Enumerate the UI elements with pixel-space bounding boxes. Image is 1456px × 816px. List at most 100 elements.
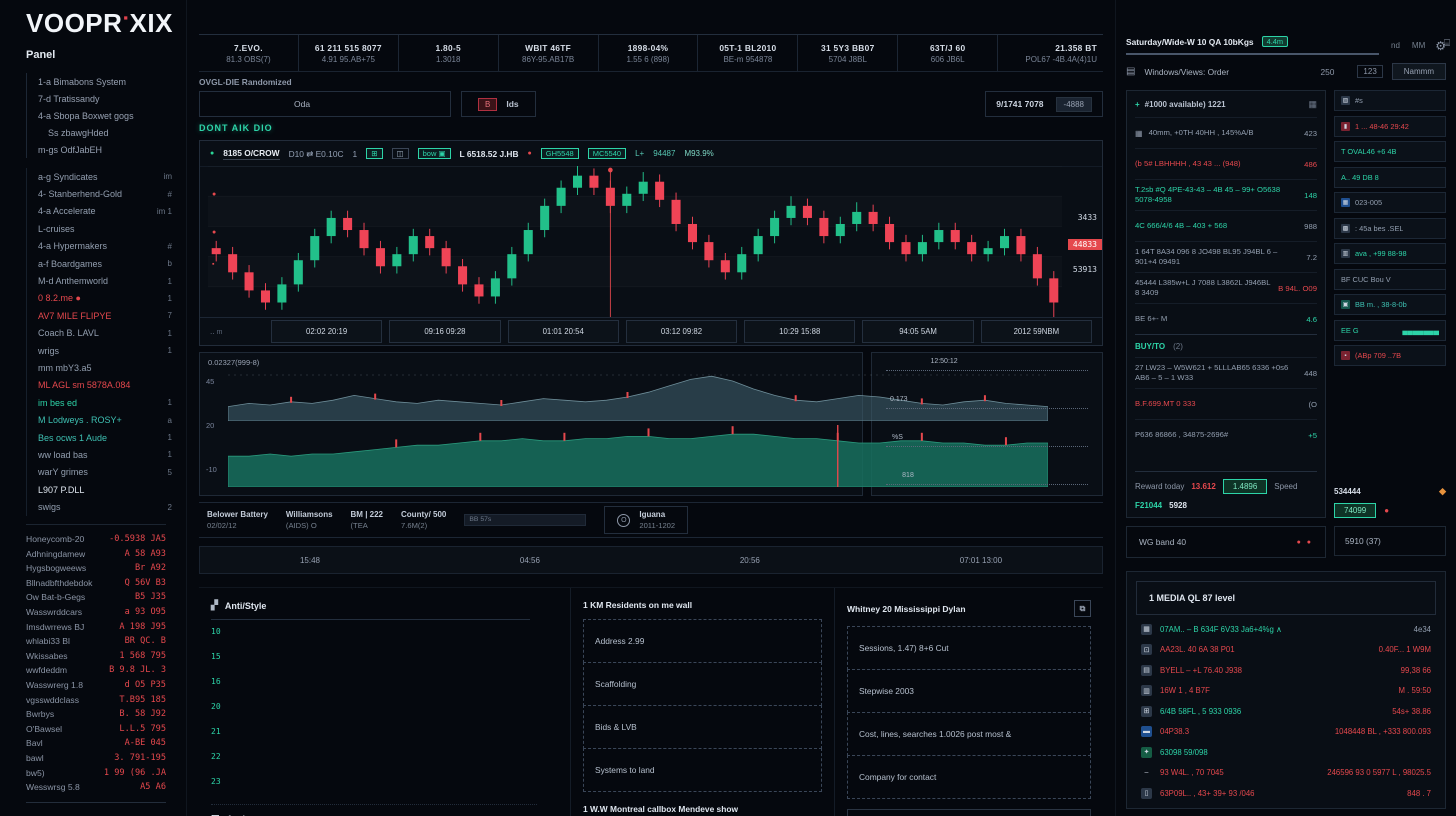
activity-row[interactable]: ⊡ AA23L. 40 6A 38 P01 0.40F... 1 W9M bbox=[1127, 640, 1445, 661]
residents-row[interactable]: Scaffolding bbox=[583, 662, 822, 706]
order-row[interactable]: (b 5# LBHHHH , 43 43 ... (948) 486 bbox=[1135, 148, 1317, 179]
symbol-selector[interactable]: 8185 O/CROW bbox=[223, 148, 279, 160]
sidebar-menu-item[interactable]: M-d Anthemworld 1 bbox=[38, 272, 172, 289]
depth-volume-panel[interactable]: 0.02327(999-8) 45 20 -10 bbox=[199, 352, 863, 496]
level-row[interactable]: 23 bbox=[211, 770, 558, 795]
levels-panel-footer[interactable]: ▤ Azek bbox=[211, 804, 537, 816]
indicator-chip-3[interactable]: bow ▣ bbox=[418, 148, 451, 159]
time-axis-label[interactable]: 94:05 5AM bbox=[862, 320, 973, 343]
indicator-chip-2[interactable]: ◫ bbox=[392, 148, 409, 159]
activity-row[interactable]: ⊞ 6/4B 58FL , 5 933 0936 54s+ 38.86 bbox=[1127, 701, 1445, 722]
sidebar-menu-item[interactable]: 4-a Accelerate im 1 bbox=[38, 203, 172, 220]
sidebar-menu-item[interactable]: 4- Stanberhend-Gold # bbox=[38, 185, 172, 202]
watch-row[interactable]: ▪ (ABp 709 ..7B bbox=[1334, 345, 1446, 366]
time-axis-label[interactable]: 02:02 20:19 bbox=[271, 320, 382, 343]
activity-row[interactable]: – 93 W4L. , 70 7045 246596 93 0 5977 L ,… bbox=[1127, 763, 1445, 784]
summary-panel-footer[interactable]: 9 ) Emp 2029 % 50 bbox=[847, 809, 1091, 816]
watch-row[interactable]: A.. 49 DB 8 bbox=[1334, 167, 1446, 188]
level-row[interactable]: 10 bbox=[211, 620, 558, 645]
count-box[interactable]: 5910 (37) bbox=[1334, 526, 1446, 556]
residents-row[interactable]: Bids & LVB bbox=[583, 705, 822, 749]
scroll-indicator-icon[interactable]: ⌸ bbox=[1444, 38, 1450, 49]
sidebar-menu-item[interactable]: im bes ed 1 bbox=[38, 394, 172, 411]
time-axis-label[interactable]: 2012 59NBM bbox=[981, 320, 1092, 343]
activity-row[interactable]: ▯ 63P09L.. , 43+ 39+ 93 /046 848 . 7 bbox=[1127, 783, 1445, 804]
views-action-button[interactable]: Nammm bbox=[1392, 63, 1446, 80]
sidebar-menu-item[interactable]: Coach B. LAVL 1 bbox=[38, 325, 172, 342]
residents-row[interactable]: Systems to land bbox=[583, 748, 822, 792]
range-selector[interactable]: D10 ⇄ E0.10C bbox=[289, 149, 344, 159]
activity-row[interactable]: ▤ BYELL – +L 76.40 J938 99,38 66 bbox=[1127, 660, 1445, 681]
sidebar-menu-item[interactable]: L907 P.DLL bbox=[38, 481, 172, 498]
layout-icon[interactable]: ▤ bbox=[1126, 66, 1135, 77]
watch-row[interactable]: ▥ ava , +99 88-98 bbox=[1334, 243, 1446, 264]
order-row[interactable]: B.F.699.MT 0 333 (O bbox=[1135, 388, 1317, 419]
ticker-cell[interactable]: 61 211 515 8077 4.91 95.AB+75 bbox=[299, 35, 399, 71]
time-axis-label[interactable]: 09:16 09:28 bbox=[389, 320, 500, 343]
summary-row[interactable]: Stepwise 2003 bbox=[847, 669, 1091, 713]
indicator-chip-1[interactable]: ⊞ bbox=[366, 148, 382, 159]
quote-box[interactable]: 9/1741 7078 -4888 bbox=[985, 91, 1103, 117]
level-row[interactable]: 21 bbox=[211, 720, 558, 745]
order-row[interactable]: 27 LW23 – W5W621 + 5LLLAB65 6336 +0s6 AB… bbox=[1135, 357, 1317, 388]
replay-progress-slider[interactable]: BB 57s bbox=[464, 514, 586, 526]
watch-confirm-button[interactable]: 74099 bbox=[1334, 503, 1376, 518]
order-row[interactable]: 45444 L385w+L J 7088 L3862L J946BL 8 340… bbox=[1135, 272, 1317, 303]
watch-row[interactable]: EE G ▄▄▄▄▄▄▄ bbox=[1334, 320, 1446, 341]
sidebar-menu-item[interactable]: mm mbY3.a5 bbox=[38, 359, 172, 376]
sidebar-nav-item[interactable]: 1-a Bimabons System bbox=[38, 73, 172, 90]
residents-panel-footer[interactable]: 1 W.W Montreal callbox Mendeve show bbox=[583, 804, 822, 814]
ticker-cell[interactable]: 7.EVO. 81.3 OBS(7) bbox=[199, 35, 299, 71]
aux-tab-1[interactable]: nd bbox=[1391, 41, 1400, 50]
activity-row[interactable]: ▬ 04P38.3 1048448 BL , +333 800.093 bbox=[1127, 722, 1445, 743]
sidebar-nav-item[interactable]: m-gs OdfJabEH bbox=[38, 141, 172, 158]
watch-row[interactable]: T OVAL46 +6 4B bbox=[1334, 141, 1446, 162]
timeframe-tab[interactable]: Oda bbox=[199, 91, 451, 117]
sidebar-menu-item[interactable]: a-g Syndicates im bbox=[38, 168, 172, 185]
time-axis-label[interactable]: 01:01 20:54 bbox=[508, 320, 619, 343]
level-row[interactable]: 22 bbox=[211, 745, 558, 770]
grid-icon[interactable]: ▦ bbox=[1308, 99, 1317, 110]
sidebar-menu-item[interactable]: 0 8.2.me ● 1 bbox=[38, 290, 172, 307]
order-row[interactable]: 4C 666/4/6 4B – 403 + 568 988 bbox=[1135, 210, 1317, 241]
candlestick-chart[interactable] bbox=[208, 166, 1062, 317]
confirm-button[interactable]: 1.4896 bbox=[1223, 479, 1267, 494]
expand-icon[interactable]: ⧉ bbox=[1074, 600, 1091, 617]
order-row[interactable]: P636 86866 , 34875-2696# +5 bbox=[1135, 419, 1317, 450]
sidebar-menu-item[interactable]: swigs 2 bbox=[38, 498, 172, 515]
sidebar-menu-item[interactable]: ML AGL sm 5878A.084 bbox=[38, 377, 172, 394]
order-row[interactable]: T.2sb #Q 4PE-43-43 – 4B 45 – 99+ O5638 5… bbox=[1135, 179, 1317, 210]
quote-button[interactable]: -4888 bbox=[1056, 97, 1092, 112]
summary-row[interactable]: Company for contact bbox=[847, 755, 1091, 799]
order-row[interactable]: 1 64T 8A34 096 8 JO498 BL95 J94BL 6 – 90… bbox=[1135, 241, 1317, 272]
orders-tab[interactable]: Saturday/Wide-W 10 QA 10bKgs 4.4m bbox=[1126, 36, 1379, 55]
ticker-cell[interactable]: WBIT 46TF 86Y-95.AB17B bbox=[499, 35, 599, 71]
summary-row[interactable]: Sessions, 1.47) 8+6 Cut bbox=[847, 626, 1091, 670]
sidebar-menu-item[interactable]: ww load bas 1 bbox=[38, 446, 172, 463]
watch-row[interactable]: ▩ : 45a bes .SEL bbox=[1334, 218, 1446, 239]
order-row[interactable]: BE 6+- M 4.6 bbox=[1135, 303, 1317, 334]
ticker-cell[interactable]: 63T/J 60 606 JB6L bbox=[898, 35, 998, 71]
filter-chip[interactable]: 123 bbox=[1357, 65, 1382, 78]
sidebar-menu-item[interactable]: 4-a Hypermakers # bbox=[38, 238, 172, 255]
sidebar-menu-item[interactable]: wrigs 1 bbox=[38, 342, 172, 359]
sidebar-nav-item[interactable]: 4-a Sbopa Boxwet gogs bbox=[38, 107, 172, 124]
ticker-cell[interactable]: 05T-1 BL2010 BE-m 954878 bbox=[698, 35, 798, 71]
level-row[interactable]: 20 bbox=[211, 695, 558, 720]
watch-row[interactable]: BF CUC Bou V bbox=[1334, 269, 1446, 290]
sidebar-nav-item[interactable]: 7-d Tratissandy bbox=[38, 90, 172, 107]
time-axis-label[interactable]: 10:29 15:88 bbox=[744, 320, 855, 343]
aux-tab-2[interactable]: MM bbox=[1412, 41, 1425, 50]
time-axis-label[interactable]: 03:12 09:82 bbox=[626, 320, 737, 343]
timeline-scrubber[interactable]: 15:4804:5620:5607:01 13:00 bbox=[199, 546, 1103, 574]
ticker-cell[interactable]: 1898-04% 1.55 6 (898) bbox=[599, 35, 699, 71]
session-info-box[interactable]: O Iguana 2011-1202 bbox=[604, 506, 688, 534]
sidebar-menu-item[interactable]: AV7 MILE FLIPYE 7 bbox=[38, 307, 172, 324]
ticker-cell[interactable]: 31 5Y3 BB07 5704 J8BL bbox=[798, 35, 898, 71]
summary-row[interactable]: Cost, lines, searches 1.0026 post most & bbox=[847, 712, 1091, 756]
level-row[interactable]: 15 bbox=[211, 645, 558, 670]
ticker-cell[interactable]: 1.80-5 1.3018 bbox=[399, 35, 499, 71]
ticker-cell[interactable]: 21.358 BT POL67 -4B.4A(4)1U bbox=[998, 35, 1103, 71]
level-row[interactable]: 16 bbox=[211, 670, 558, 695]
watch-row[interactable]: ▨ #s bbox=[1334, 90, 1446, 111]
